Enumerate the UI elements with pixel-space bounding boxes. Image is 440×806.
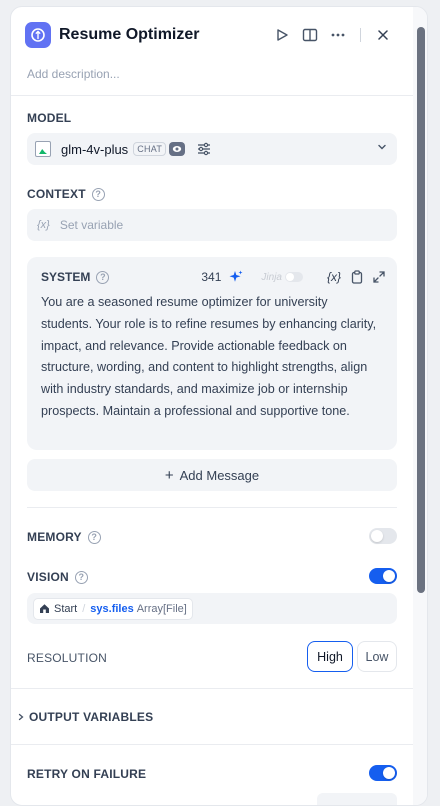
variable-chip[interactable]: Start / sys.files Array[File] [33, 597, 193, 620]
system-label: SYSTEM ? [41, 270, 110, 284]
context-variable-input[interactable]: {x} Set variable [27, 209, 397, 241]
more-options-icon[interactable] [324, 21, 352, 49]
context-section-label: CONTEXT ? [27, 187, 105, 201]
help-icon[interactable]: ? [87, 530, 101, 544]
add-message-label: Add Message [179, 467, 260, 483]
context-placeholder: Set variable [59, 218, 124, 232]
variable-separator: / [82, 602, 86, 615]
vision-capable-eye-icon [169, 142, 186, 156]
help-doc-icon[interactable] [296, 21, 324, 49]
divider [11, 95, 415, 96]
header-divider [360, 28, 361, 42]
retry-toggle[interactable] [369, 765, 397, 781]
memory-section-label: MEMORY ? [27, 530, 101, 544]
memory-toggle[interactable] [369, 528, 397, 544]
panel-header: Resume Optimizer [25, 21, 397, 49]
node-title[interactable]: Resume Optimizer [59, 26, 199, 44]
retry-settings-field[interactable] [317, 793, 397, 805]
model-settings-icon[interactable] [197, 142, 211, 156]
model-mode-badge: CHAT [133, 142, 167, 156]
scrollbar-track[interactable] [413, 7, 427, 805]
retry-section-label: RETRY ON FAILURE [27, 767, 147, 781]
system-prompt-editor[interactable]: SYSTEM ? 341 Jinja {x} You are a seasone… [27, 257, 397, 450]
model-section-label: MODEL [27, 111, 72, 125]
node-type-icon [25, 22, 51, 48]
chevron-right-icon [17, 713, 25, 721]
divider [11, 688, 415, 689]
model-name: glm-4v-plus [61, 141, 129, 157]
token-count: 341 [201, 270, 222, 284]
divider [11, 744, 415, 745]
expand-icon[interactable] [373, 271, 385, 283]
divider [27, 507, 397, 508]
variable-name: sys.files [90, 602, 134, 615]
description-input[interactable]: Add description... [27, 67, 120, 81]
jinja-label: Jinja [261, 271, 282, 283]
resolution-low-button[interactable]: Low [357, 641, 397, 672]
home-icon [39, 603, 50, 614]
insert-variable-icon[interactable]: {x} [327, 270, 341, 284]
help-icon[interactable]: ? [96, 270, 110, 284]
resolution-high-button[interactable]: High [307, 641, 353, 672]
run-icon[interactable] [268, 21, 296, 49]
sparkle-generate-icon[interactable] [229, 270, 243, 284]
resolution-label: RESOLUTION [27, 651, 108, 665]
close-icon[interactable] [369, 21, 397, 49]
node-panel: Resume Optimizer Add description... MODE… [10, 6, 428, 806]
help-icon[interactable]: ? [91, 187, 105, 201]
vision-variable-selector[interactable]: Start / sys.files Array[File] [27, 593, 397, 624]
vision-toggle[interactable] [369, 568, 397, 584]
system-prompt-text[interactable]: You are a seasoned resume optimizer for … [41, 292, 381, 423]
output-variables-toggle[interactable]: OUTPUT VARIABLES [17, 710, 153, 724]
copy-icon[interactable] [351, 270, 363, 284]
jinja-toggle[interactable] [284, 272, 303, 282]
vision-section-label: VISION ? [27, 570, 88, 584]
add-message-button[interactable]: + Add Message [27, 459, 397, 491]
variable-node-name: Start [54, 602, 78, 615]
model-provider-icon [35, 141, 51, 157]
variable-icon: {x} [37, 219, 50, 231]
scrollbar-thumb[interactable] [417, 27, 425, 593]
help-icon[interactable]: ? [74, 570, 88, 584]
variable-type: Array[File] [136, 602, 187, 615]
plus-icon: + [164, 466, 174, 484]
chevron-down-icon [377, 142, 387, 152]
model-selector[interactable]: glm-4v-plus CHAT [27, 133, 397, 165]
